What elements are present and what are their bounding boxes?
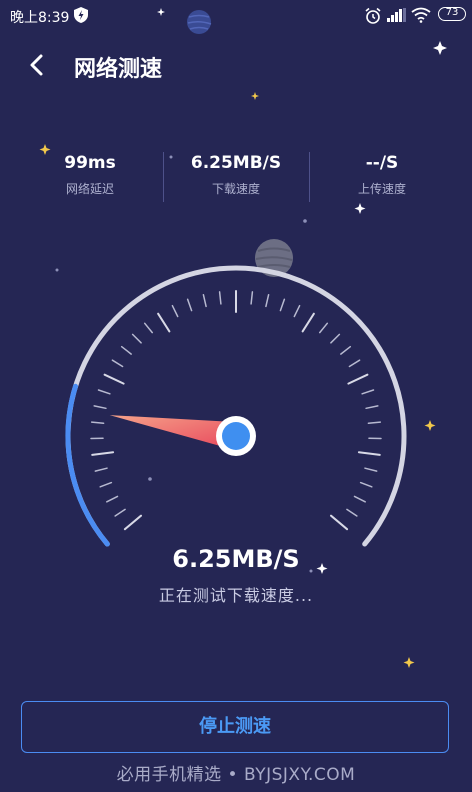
gauge-minor-tick xyxy=(279,298,286,312)
gauge-minor-tick xyxy=(265,293,270,308)
gauge-hub-center xyxy=(222,422,250,450)
gauge-minor-tick xyxy=(120,345,132,355)
gauge-minor-tick xyxy=(365,405,379,410)
gauge-minor-tick xyxy=(186,298,193,312)
star-decoration xyxy=(157,8,447,574)
gauge-major-tick xyxy=(357,451,381,456)
gauge-minor-tick xyxy=(367,421,382,425)
gauge-minor-tick xyxy=(202,293,207,308)
gauge-minor-tick xyxy=(348,359,361,368)
gauge-major-tick xyxy=(330,514,349,531)
gauge-minor-tick xyxy=(353,495,366,503)
gauge-major-tick xyxy=(91,451,115,456)
speed-value: 6.25MB/S xyxy=(172,545,300,573)
gauge-minor-tick xyxy=(131,333,142,344)
gauge-minor-tick xyxy=(93,405,107,410)
planet-top xyxy=(187,10,212,34)
gauge-minor-tick xyxy=(330,333,341,344)
test-status-text: 正在测试下载速度... xyxy=(158,586,314,605)
gauge-major-tick xyxy=(123,514,142,531)
gauge-minor-tick xyxy=(143,322,154,334)
gauge-minor-tick xyxy=(250,291,254,305)
watermark: 必用手机精选 • BYJSJXY.COM xyxy=(116,765,356,785)
gauge-minor-tick xyxy=(171,304,179,318)
gauge-minor-tick xyxy=(111,359,124,368)
gauge-ticks xyxy=(90,290,382,531)
star-decoration-small xyxy=(55,155,313,573)
speed-gauge xyxy=(39,8,447,668)
gauge-minor-tick xyxy=(361,389,375,395)
gauge-minor-tick xyxy=(99,481,113,488)
gauge-minor-tick xyxy=(340,345,352,355)
gauge-minor-tick xyxy=(318,322,329,334)
gauge-minor-tick xyxy=(293,304,301,318)
gauge-minor-tick xyxy=(346,508,358,517)
gauge-major-tick xyxy=(157,312,171,333)
gauge-major-tick xyxy=(347,373,369,385)
gauge-minor-tick xyxy=(97,389,111,395)
gauge-progress-arc xyxy=(65,383,110,547)
gauge-major-tick xyxy=(301,312,315,333)
gauge-minor-tick xyxy=(90,421,105,425)
gauge-minor-tick xyxy=(364,467,378,472)
gauge-minor-tick xyxy=(218,291,222,305)
gauge-minor-tick xyxy=(359,481,373,488)
gauge-minor-tick xyxy=(94,467,108,472)
gauge-minor-tick xyxy=(114,508,126,517)
stop-test-button[interactable]: 停止测速 xyxy=(21,701,449,753)
gauge-major-tick xyxy=(103,373,125,385)
gauge-minor-tick xyxy=(106,495,119,503)
